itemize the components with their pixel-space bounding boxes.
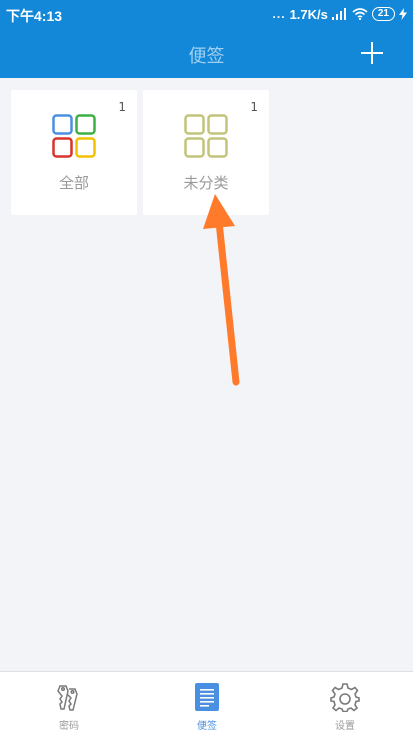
add-note-button[interactable] [361, 42, 383, 64]
tab-notes[interactable]: 便签 [138, 672, 276, 733]
grid-uncategorized-icon [184, 114, 228, 158]
tab-settings[interactable]: 设置 [276, 672, 413, 733]
status-time: 下午4:13 [6, 8, 63, 24]
status-indicators: ... 1.7K/s 21 [273, 5, 407, 23]
note-icon [195, 683, 219, 711]
category-label: 未分类 [183, 174, 229, 192]
network-speed: 1.7K/s [289, 6, 328, 22]
status-bar: 下午4:13 ... 1.7K/s 21 [0, 0, 413, 28]
signal-icon [331, 8, 346, 20]
tab-label: 密码 [59, 721, 79, 732]
tab-label: 设置 [335, 721, 355, 732]
page-title: 便签 [188, 46, 225, 67]
wifi-icon [352, 8, 368, 20]
app-bar: 便签 [0, 28, 413, 78]
signal-dots: ... [272, 7, 286, 21]
gear-icon [330, 683, 360, 712]
charging-icon [399, 8, 407, 20]
category-count: 1 [118, 100, 126, 114]
tab-label: 便签 [197, 721, 217, 732]
category-count: 1 [250, 100, 258, 114]
bottom-nav: 密码 便签 设置 [0, 671, 413, 733]
keys-icon [57, 685, 78, 711]
category-label: 全部 [58, 174, 89, 192]
category-card-all[interactable]: 1 全部 [11, 90, 137, 215]
category-card-uncategorized[interactable]: 1 未分类 [143, 90, 269, 215]
grid-all-icon [52, 114, 96, 158]
tab-password[interactable]: 密码 [0, 672, 138, 733]
battery-indicator: 21 [371, 7, 395, 21]
